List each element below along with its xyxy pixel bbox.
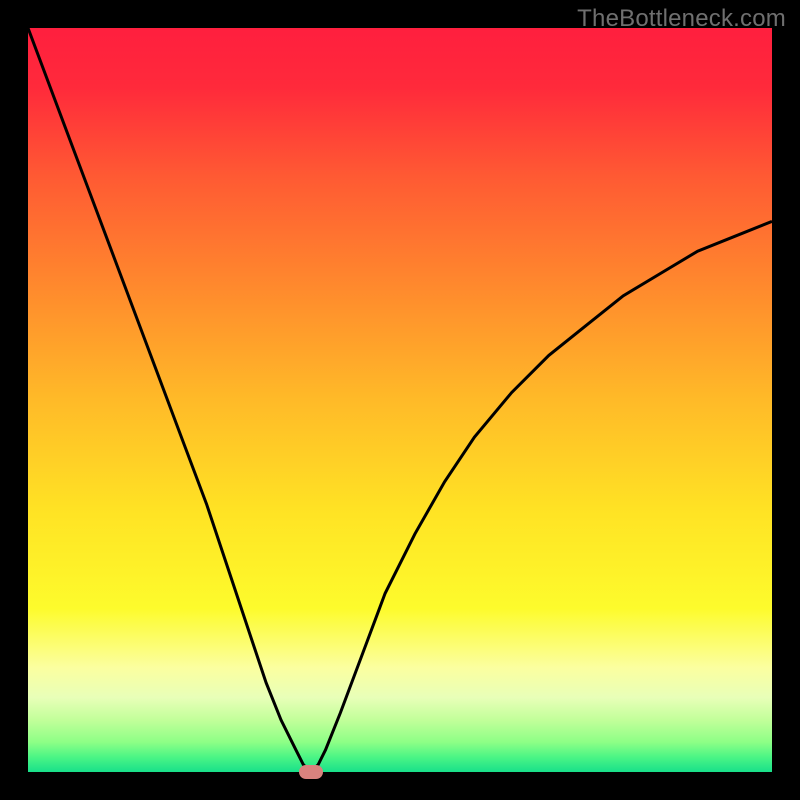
bottleneck-curve: [28, 28, 772, 772]
minimum-marker: [299, 765, 323, 778]
plot-area: [28, 28, 772, 772]
curve-path: [28, 28, 772, 772]
chart-frame: TheBottleneck.com: [0, 0, 800, 800]
watermark-text: TheBottleneck.com: [577, 5, 786, 33]
